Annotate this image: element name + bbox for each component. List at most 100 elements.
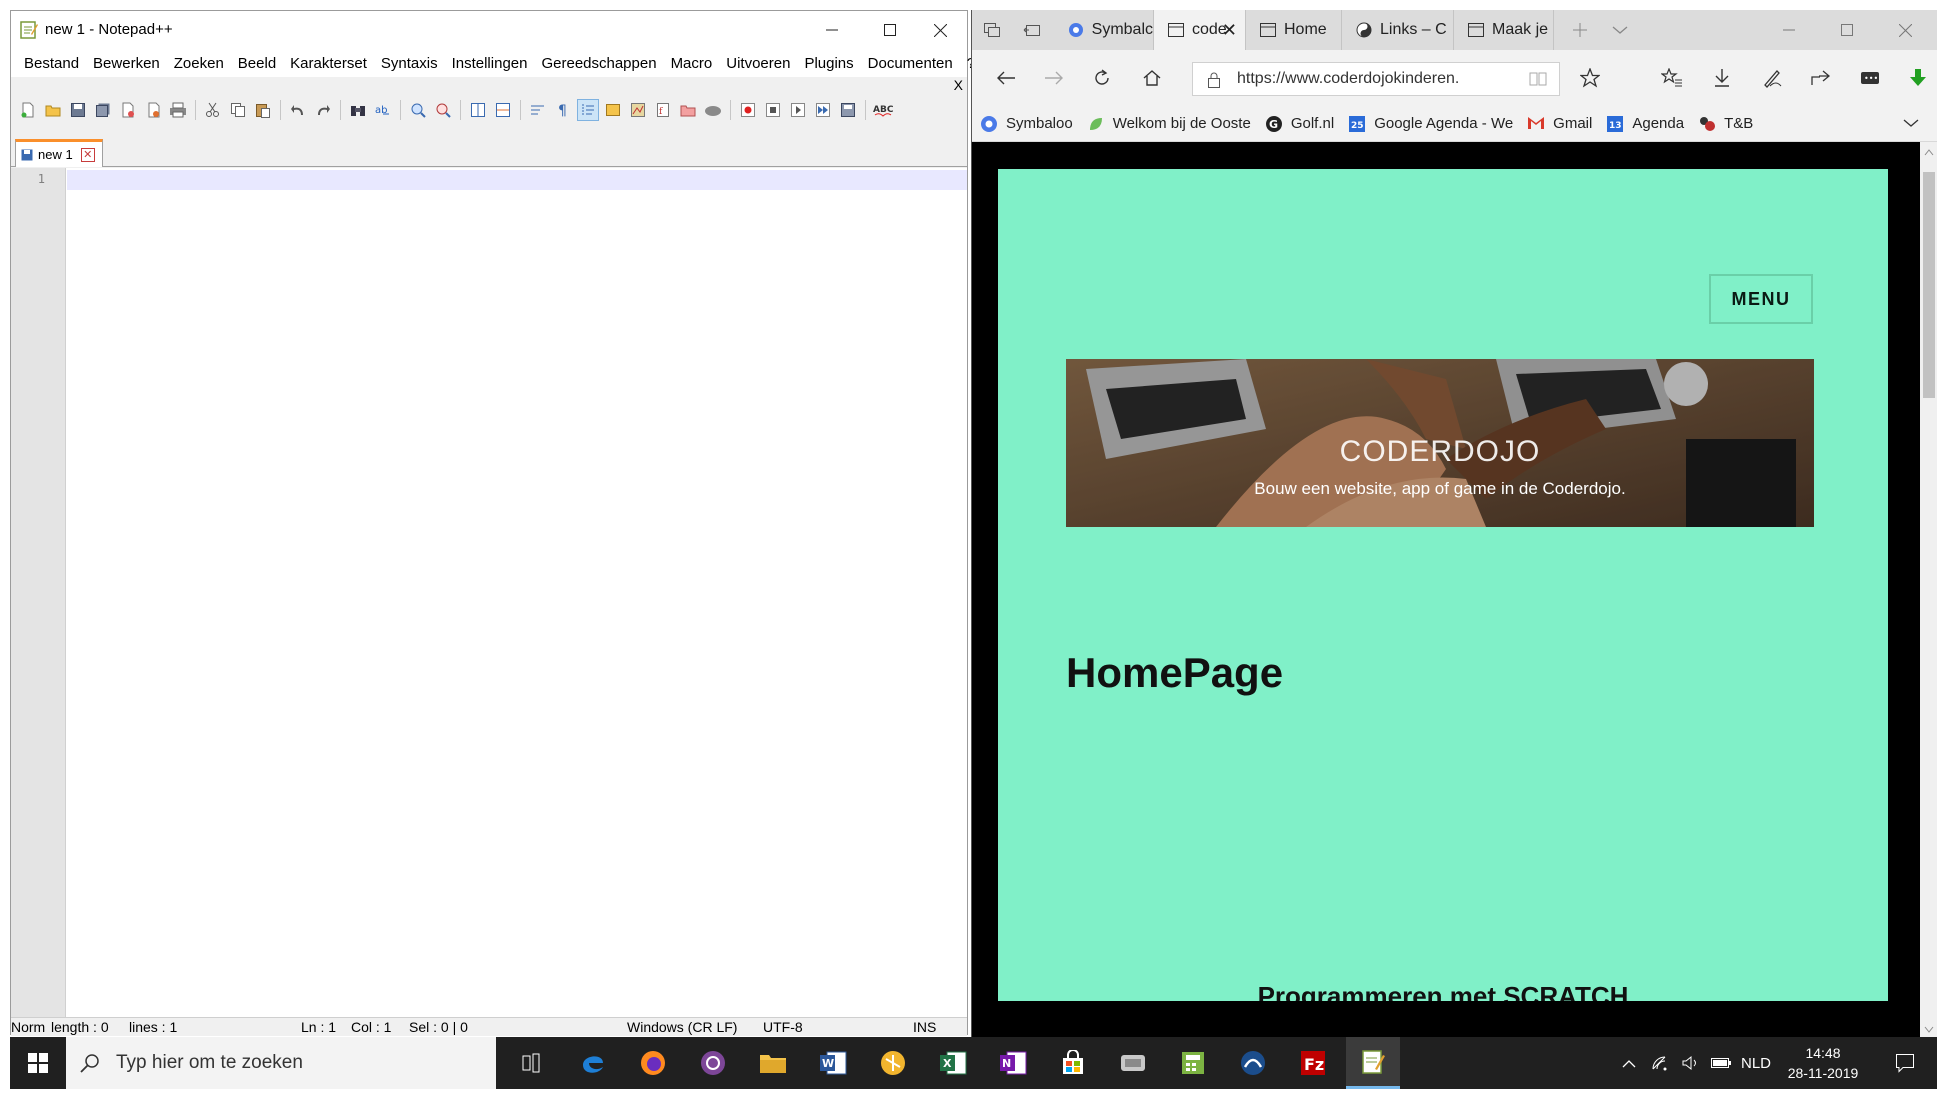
taskbar-app-gray[interactable] [1106, 1037, 1160, 1089]
tab-close-icon[interactable]: ✕ [1222, 20, 1237, 41]
chevron-down-icon[interactable] [1924, 1026, 1934, 1034]
stop-macro-button[interactable] [762, 99, 784, 121]
find-button[interactable] [347, 99, 369, 121]
doc-map-button[interactable] [627, 99, 649, 121]
taskbar-clock[interactable]: 14:48 28-11-2019 [1778, 1043, 1868, 1083]
extension-button[interactable]: ••• [1846, 50, 1894, 106]
close-all-button[interactable] [142, 99, 164, 121]
network-button[interactable] [1646, 1037, 1676, 1089]
save-macro-button[interactable] [837, 99, 859, 121]
chevron-up-icon[interactable] [1924, 148, 1934, 156]
spell-check-button[interactable]: ABC [872, 99, 894, 121]
close-document-button[interactable]: X [954, 77, 963, 93]
sync-horizontal-button[interactable] [492, 99, 514, 121]
restore-tabs-button[interactable] [1012, 10, 1052, 50]
taskbar-app-yellow[interactable] [866, 1037, 920, 1089]
menu-zoeken[interactable]: Zoeken [167, 55, 231, 72]
battery-button[interactable] [1706, 1037, 1736, 1089]
taskbar-onenote[interactable]: N [986, 1037, 1040, 1089]
redo-button[interactable] [312, 99, 334, 121]
indent-guide-button[interactable] [577, 99, 599, 121]
menu-gereedschappen[interactable]: Gereedschappen [534, 55, 663, 72]
tab-previews-button[interactable] [1600, 10, 1640, 50]
menu-macro[interactable]: Macro [664, 55, 720, 72]
folder-workspace-button[interactable] [677, 99, 699, 121]
close-file-button[interactable] [117, 99, 139, 121]
taskbar-store[interactable] [1046, 1037, 1100, 1089]
new-tab-button[interactable] [1560, 10, 1600, 50]
taskbar-tor[interactable] [686, 1037, 740, 1089]
start-button[interactable] [10, 1037, 66, 1089]
reading-view-icon[interactable] [1529, 71, 1547, 87]
browser-tab-home[interactable]: Home [1246, 10, 1342, 50]
web-note-button[interactable] [1748, 50, 1796, 106]
favorite-google-agenda[interactable]: 25 Google Agenda - We [1348, 115, 1513, 133]
undo-button[interactable] [287, 99, 309, 121]
browser-tab-links[interactable]: Links – C [1342, 10, 1454, 50]
word-wrap-button[interactable] [527, 99, 549, 121]
print-button[interactable] [167, 99, 189, 121]
show-hidden-icons-button[interactable] [1614, 1037, 1644, 1089]
cut-button[interactable] [202, 99, 224, 121]
set-aside-tabs-button[interactable] [972, 10, 1012, 50]
menu-karakterset[interactable]: Karakterset [283, 55, 374, 72]
menu-beeld[interactable]: Beeld [231, 55, 283, 72]
open-file-button[interactable] [42, 99, 64, 121]
chevron-down-icon[interactable] [1903, 118, 1919, 128]
status-eol[interactable]: Windows (CR LF) [627, 1019, 737, 1035]
menu-instellingen[interactable]: Instellingen [445, 55, 535, 72]
refresh-button[interactable] [1078, 50, 1126, 106]
taskbar-word[interactable]: W [806, 1037, 860, 1089]
document-tab-new-1[interactable]: new 1 ✕ [15, 139, 103, 167]
favorites-hub-button[interactable] [1648, 50, 1696, 106]
close-button[interactable] [1876, 10, 1934, 50]
taskbar-calculator[interactable] [1166, 1037, 1220, 1089]
task-view-button[interactable] [506, 1037, 560, 1089]
back-button[interactable] [982, 50, 1030, 106]
run-macro-multiple-button[interactable] [812, 99, 834, 121]
browser-tab-coderdojo[interactable]: code ✕ [1154, 10, 1246, 50]
menu-documenten[interactable]: Documenten [861, 55, 960, 72]
paste-button[interactable] [252, 99, 274, 121]
menu-bestand[interactable]: Bestand [17, 55, 86, 72]
tab-close-icon[interactable]: ✕ [80, 147, 95, 162]
taskbar-filezilla[interactable]: Fz [1286, 1037, 1340, 1089]
favorite-gmail[interactable]: Gmail [1527, 115, 1592, 133]
minimize-button[interactable] [1760, 10, 1818, 50]
site-menu-button[interactable]: MENU [1709, 274, 1813, 324]
close-button[interactable] [911, 11, 969, 49]
taskbar-notepadpp[interactable] [1346, 1037, 1400, 1089]
taskbar-app-blue[interactable] [1226, 1037, 1280, 1089]
browser-tab-maak-je[interactable]: Maak je [1454, 10, 1554, 50]
share-button[interactable] [1796, 50, 1844, 106]
favorite-welkom[interactable]: Welkom bij de Ooste [1087, 115, 1251, 133]
menu-plugins[interactable]: Plugins [797, 55, 860, 72]
page-scrollbar[interactable] [1920, 142, 1937, 1040]
maximize-button[interactable] [1818, 10, 1876, 50]
zoom-out-button[interactable] [432, 99, 454, 121]
download-extension-button[interactable] [1894, 50, 1937, 106]
home-button[interactable] [1128, 50, 1176, 106]
favorite-symbaloo[interactable]: Symbaloo [980, 115, 1073, 133]
favorite-golf[interactable]: G Golf.nl [1265, 115, 1334, 133]
replace-button[interactable]: ab [372, 99, 394, 121]
taskbar-file-explorer[interactable] [746, 1037, 800, 1089]
menu-bewerken[interactable]: Bewerken [86, 55, 167, 72]
volume-button[interactable] [1676, 1037, 1706, 1089]
taskbar-edge[interactable] [566, 1037, 620, 1089]
menu-syntaxis[interactable]: Syntaxis [374, 55, 445, 72]
forward-button[interactable] [1030, 50, 1078, 106]
favorite-agenda[interactable]: 13 Agenda [1606, 115, 1684, 133]
input-language-button[interactable]: NLD [1736, 1037, 1776, 1089]
user-language-button[interactable] [602, 99, 624, 121]
taskbar-search-box[interactable]: Typ hier om te zoeken [66, 1037, 496, 1089]
text-editor[interactable]: 1 [11, 168, 967, 1017]
action-center-button[interactable] [1880, 1037, 1930, 1089]
title-bar[interactable]: new 1 - Notepad++ [11, 11, 967, 49]
browser-tab-symbaloo[interactable]: Symbalc [1054, 10, 1154, 50]
menu-uitvoeren[interactable]: Uitvoeren [719, 55, 797, 72]
taskbar-excel[interactable]: X [926, 1037, 980, 1089]
status-encoding[interactable]: UTF-8 [763, 1019, 803, 1035]
add-favorite-button[interactable] [1566, 50, 1614, 106]
save-button[interactable] [67, 99, 89, 121]
